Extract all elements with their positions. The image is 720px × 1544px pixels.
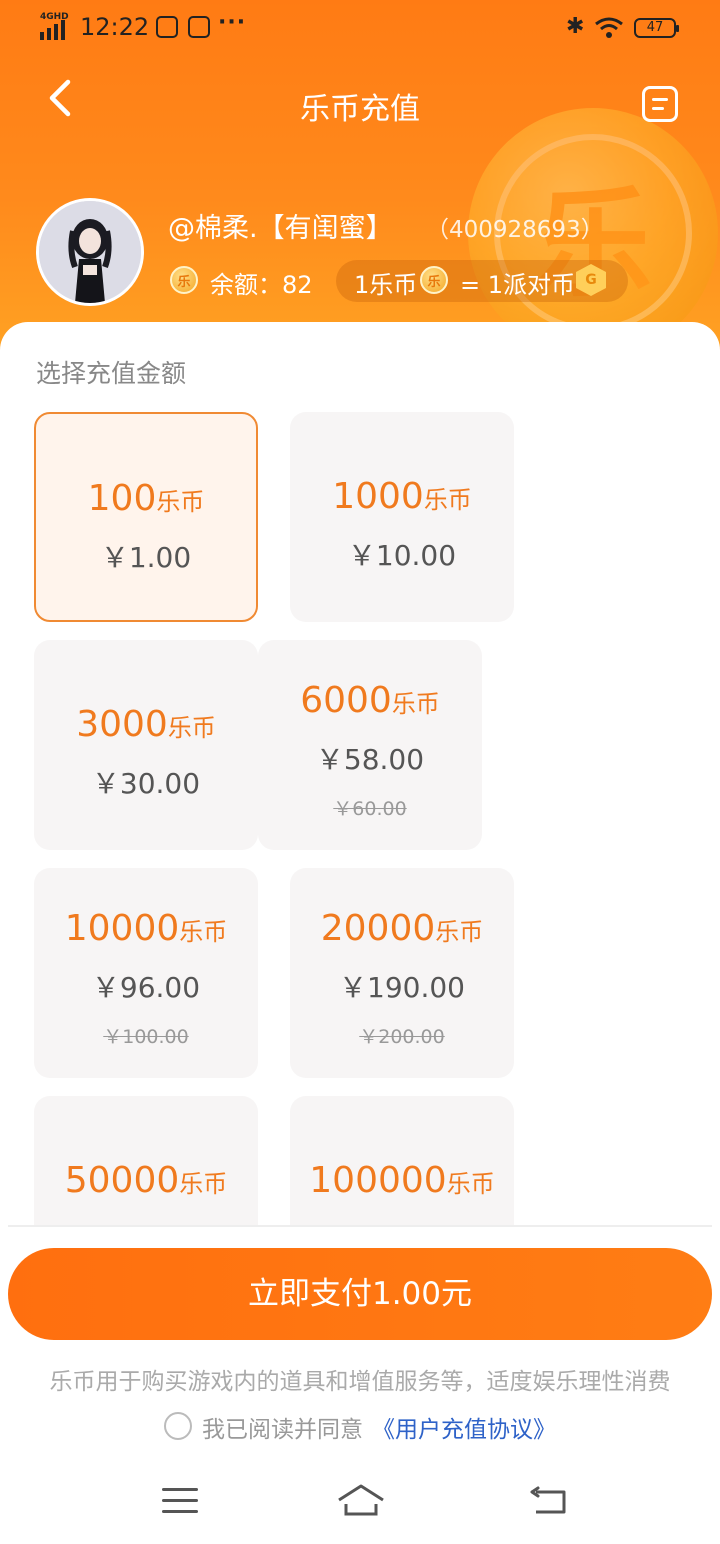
menu-icon[interactable]	[162, 1486, 198, 1516]
package-price: ￥10.00	[347, 539, 457, 572]
package-coin-amount: 100000	[309, 1160, 447, 1201]
package-coins: 50000乐币	[34, 1160, 258, 1201]
clock: 12:22	[80, 13, 150, 41]
package-coin-amount: 50000	[64, 1160, 180, 1201]
divider	[8, 1225, 712, 1227]
exchange-rate-left: 1乐币	[354, 271, 418, 299]
balance-label: 余额：82	[210, 271, 313, 299]
home-icon[interactable]	[336, 1482, 386, 1520]
agree-text: 我已阅读并同意	[202, 1417, 363, 1443]
package-card[interactable]: 10000乐币 ￥96.00 ￥100.00	[34, 868, 258, 1078]
agreement-link[interactable]: 《用户充值协议》	[372, 1410, 556, 1444]
header: 乐 4GHD 12:22 ··· ✱ 47 乐币充值 @棉柔.【有闺蜜】 （40…	[0, 0, 720, 360]
return-icon[interactable]	[530, 1486, 568, 1518]
wifi-icon	[595, 17, 623, 38]
consumption-notice: 乐币用于购买游戏内的道具和增值服务等，适度娱乐理性消费	[49, 1369, 671, 1395]
package-card[interactable]: 1000乐币 ￥10.00	[290, 412, 514, 622]
bluetooth-icon: ✱	[566, 14, 585, 39]
package-price: ￥190.00	[339, 971, 465, 1004]
package-price: ￥96.00	[91, 971, 201, 1004]
package-coin-unit: 乐币	[179, 918, 228, 946]
page-title: 乐币充值	[300, 92, 420, 127]
package-coins: 1000乐币	[290, 476, 514, 517]
user-name: @棉柔.【有闺蜜】	[168, 213, 393, 244]
package-coins: 100乐币	[36, 478, 256, 519]
record-icon[interactable]	[642, 86, 678, 122]
section-label: 选择充值金额	[36, 359, 187, 388]
package-card[interactable]: 6000乐币 ￥58.00 ￥60.00	[258, 640, 482, 850]
package-original-price: ￥100.00	[103, 1026, 189, 1048]
package-coin-amount: 10000	[64, 908, 180, 949]
package-coin-unit: 乐币	[156, 488, 205, 516]
user-id: （400928693）	[426, 217, 604, 243]
package-coin-amount: 20000	[320, 908, 436, 949]
agree-checkbox[interactable]	[164, 1412, 192, 1440]
package-coin-amount: 1000	[332, 476, 424, 517]
package-original-price: ￥60.00	[333, 798, 407, 820]
package-coin-amount: 6000	[300, 680, 392, 721]
exchange-rate-right: = 1派对币	[460, 271, 576, 299]
status-bar: 4GHD 12:22 ··· ✱ 47	[0, 0, 720, 56]
package-card[interactable]: 3000乐币 ￥30.00	[34, 640, 258, 850]
avatar	[36, 198, 144, 306]
package-original-price: ￥200.00	[359, 1026, 445, 1048]
package-coin-unit: 乐币	[167, 714, 216, 742]
package-coins: 100000乐币	[290, 1160, 514, 1201]
card-notification-icon	[188, 16, 210, 38]
package-coin-amount: 3000	[76, 704, 168, 745]
package-coin-unit: 乐币	[179, 1170, 228, 1198]
package-price: ￥1.00	[100, 541, 192, 574]
package-coin-unit: 乐币	[435, 918, 484, 946]
coin-icon-glyph: 乐	[427, 274, 441, 290]
package-card[interactable]: 20000乐币 ￥190.00 ￥200.00	[290, 868, 514, 1078]
battery-icon: 47	[634, 18, 679, 38]
package-coins: 3000乐币	[34, 704, 258, 745]
package-coins: 10000乐币	[34, 908, 258, 949]
package-price: ￥30.00	[91, 767, 201, 800]
package-coin-unit: 乐币	[423, 486, 472, 514]
package-price: ￥58.00	[315, 743, 425, 776]
app-notification-icon	[156, 16, 178, 38]
package-coin-amount: 100	[87, 478, 157, 519]
cellular-signal-icon: 4GHD	[40, 12, 70, 40]
party-coin-glyph: G	[585, 272, 597, 288]
package-coins: 20000乐币	[290, 908, 514, 949]
more-notifications-icon: ···	[218, 10, 247, 35]
package-coins: 6000乐币	[258, 680, 482, 721]
coin-icon: 乐	[170, 266, 198, 294]
pay-button[interactable]: 立即支付1.00元	[8, 1248, 712, 1340]
package-coin-unit: 乐币	[391, 690, 440, 718]
coin-icon: 乐	[420, 266, 448, 294]
coin-icon-glyph: 乐	[177, 274, 191, 290]
package-coin-unit: 乐币	[446, 1170, 495, 1198]
package-card[interactable]: 100乐币 ￥1.00	[34, 412, 258, 622]
